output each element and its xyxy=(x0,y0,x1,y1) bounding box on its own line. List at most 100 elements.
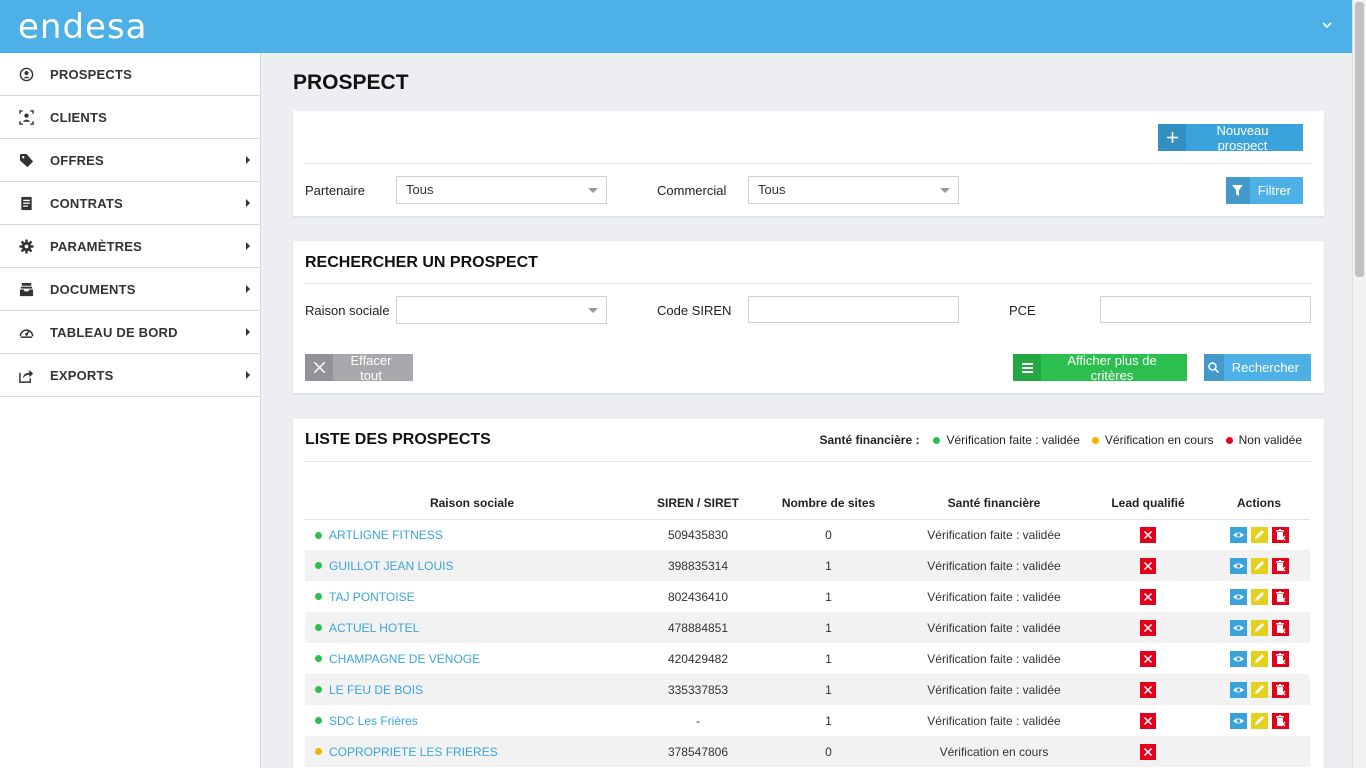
sidebar-item-prospects[interactable]: PROSPECTS xyxy=(0,53,260,96)
cell-lead xyxy=(1088,736,1208,767)
commercial-select[interactable]: Tous xyxy=(748,176,959,204)
delete-trash-icon[interactable] xyxy=(1271,619,1289,636)
delete-trash-icon[interactable] xyxy=(1271,588,1289,605)
inbox-icon xyxy=(18,281,34,297)
partner-select[interactable]: Tous xyxy=(396,176,607,204)
top-bar: endesa xyxy=(0,0,1352,53)
column-header[interactable]: Santé financière xyxy=(900,487,1088,520)
cell-sites: 0 xyxy=(757,519,900,550)
chevron-down-icon[interactable] xyxy=(1320,18,1334,32)
sidebar-item-tableau-de-bord[interactable]: TABLEAU DE BORD xyxy=(0,311,260,354)
cell-siren: 398835314 xyxy=(639,550,757,581)
not-qualified-x-icon[interactable] xyxy=(1140,619,1156,636)
view-eye-icon[interactable] xyxy=(1229,619,1247,636)
filter-card: Nouveau prospect Partenaire Tous Commerc… xyxy=(293,111,1324,216)
prospect-name-link[interactable]: ARTLIGNE FITNESS xyxy=(329,528,443,542)
cell-siren: 802436410 xyxy=(639,581,757,612)
prospect-name-link[interactable]: COPROPRIETE LES FRIERES xyxy=(329,745,498,759)
page-scrollbar[interactable] xyxy=(1352,0,1366,768)
delete-trash-icon[interactable] xyxy=(1271,681,1289,698)
cell-siren: 478884851 xyxy=(639,612,757,643)
cell-lead xyxy=(1088,674,1208,705)
prospect-name-link[interactable]: LE FEU DE BOIS xyxy=(329,683,423,697)
table-row: TAJ PONTOISE 802436410 1 Vérification faite… xyxy=(305,581,1310,612)
table-row: LE FEU DE BOIS 335337853 1 Vérification fai… xyxy=(305,674,1310,705)
view-eye-icon[interactable] xyxy=(1229,681,1247,698)
edit-pencil-icon[interactable] xyxy=(1250,526,1268,543)
column-header[interactable]: Nombre de sites xyxy=(757,487,900,520)
view-eye-icon[interactable] xyxy=(1229,650,1247,667)
not-qualified-x-icon[interactable] xyxy=(1140,588,1156,605)
partner-label: Partenaire xyxy=(305,183,365,198)
caret-right-icon xyxy=(246,371,250,379)
not-qualified-x-icon[interactable] xyxy=(1140,526,1156,543)
sidebar-item-offres[interactable]: OFFRES xyxy=(0,139,260,182)
cell-actions xyxy=(1208,550,1310,581)
prospect-name-link[interactable]: GUILLOT JEAN LOUIS xyxy=(329,559,453,573)
prospect-name-link[interactable]: SDC Les Frières xyxy=(329,714,418,728)
sidebar-item-exports[interactable]: EXPORTS xyxy=(0,354,260,397)
prospects-table: Raison sociale SIREN / SIRET Nombre de s… xyxy=(305,487,1310,767)
view-eye-icon[interactable] xyxy=(1229,712,1247,729)
endesa-logo[interactable]: endesa xyxy=(18,9,148,45)
column-header[interactable]: Raison sociale xyxy=(305,487,639,520)
table-row: ARTLIGNE FITNESS 509435830 0 Vérification f… xyxy=(305,519,1310,550)
legend-label: Non validée xyxy=(1238,433,1302,447)
new-prospect-button[interactable]: Nouveau prospect xyxy=(1158,123,1303,153)
status-dot-icon xyxy=(315,562,322,570)
view-eye-icon[interactable] xyxy=(1229,588,1247,605)
not-qualified-x-icon[interactable] xyxy=(1140,650,1156,667)
sidebar-item-parametres[interactable]: PARAMÈTRES xyxy=(0,225,260,268)
red-dot-icon xyxy=(1225,436,1233,444)
search-button[interactable]: Rechercher xyxy=(1204,354,1311,381)
status-dot-icon xyxy=(315,531,322,539)
view-eye-icon[interactable] xyxy=(1229,526,1247,543)
sidebar-item-documents[interactable]: DOCUMENTS xyxy=(0,268,260,311)
not-qualified-x-icon[interactable] xyxy=(1140,681,1156,698)
sidebar-item-label: DOCUMENTS xyxy=(50,281,136,297)
column-header[interactable]: Lead qualifié xyxy=(1088,487,1208,520)
edit-pencil-icon[interactable] xyxy=(1250,650,1268,667)
more-criteria-button[interactable]: Afficher plus de critères xyxy=(1013,353,1187,383)
cell-actions xyxy=(1208,643,1310,674)
status-dot-icon xyxy=(315,748,322,756)
cell-sites: 1 xyxy=(757,612,900,643)
edit-pencil-icon[interactable] xyxy=(1250,619,1268,636)
edit-pencil-icon[interactable] xyxy=(1250,681,1268,698)
not-qualified-x-icon[interactable] xyxy=(1140,743,1156,760)
cell-sante: Vérification en cours xyxy=(900,736,1088,767)
edit-pencil-icon[interactable] xyxy=(1250,588,1268,605)
user-circle-icon xyxy=(18,66,34,82)
edit-pencil-icon[interactable] xyxy=(1250,712,1268,729)
prospect-name-link[interactable]: ACTUEL HOTEL xyxy=(329,621,419,635)
table-row: GUILLOT JEAN LOUIS 398835314 1 Vérification… xyxy=(305,550,1310,581)
export-icon xyxy=(18,367,34,383)
cell-siren: - xyxy=(639,705,757,736)
edit-pencil-icon[interactable] xyxy=(1250,557,1268,574)
search-card: RECHERCHER UN PROSPECT Raison sociale Co… xyxy=(293,241,1324,393)
delete-trash-icon[interactable] xyxy=(1271,712,1289,729)
view-eye-icon[interactable] xyxy=(1229,557,1247,574)
delete-trash-icon[interactable] xyxy=(1271,557,1289,574)
scrollbar-thumb[interactable] xyxy=(1355,2,1364,277)
column-header[interactable]: SIREN / SIRET xyxy=(639,487,757,520)
sidebar-item-clients[interactable]: CLIENTS xyxy=(0,96,260,139)
siren-input[interactable] xyxy=(748,296,959,323)
prospect-name-link[interactable]: CHAMPAGNE DE VENOGE xyxy=(329,652,480,666)
financial-health-legend: Santé financière : Vérification faite : … xyxy=(819,433,1302,447)
delete-trash-icon[interactable] xyxy=(1271,650,1289,667)
sidebar-item-contrats[interactable]: CONTRATS xyxy=(0,182,260,225)
not-qualified-x-icon[interactable] xyxy=(1140,712,1156,729)
raison-sociale-select[interactable] xyxy=(396,296,607,324)
pce-input[interactable] xyxy=(1100,296,1311,323)
clear-all-button[interactable]: Effacer tout xyxy=(305,353,413,383)
delete-trash-icon[interactable] xyxy=(1271,526,1289,543)
prospect-name-link[interactable]: TAJ PONTOISE xyxy=(329,590,415,604)
select-arrow-icon xyxy=(588,308,598,313)
not-qualified-x-icon[interactable] xyxy=(1140,557,1156,574)
filter-button[interactable]: Filtrer xyxy=(1226,177,1303,204)
cell-actions xyxy=(1208,519,1310,550)
cell-raison-sociale: ARTLIGNE FITNESS xyxy=(305,519,639,550)
gear-icon xyxy=(18,238,34,254)
divider xyxy=(305,283,1312,284)
